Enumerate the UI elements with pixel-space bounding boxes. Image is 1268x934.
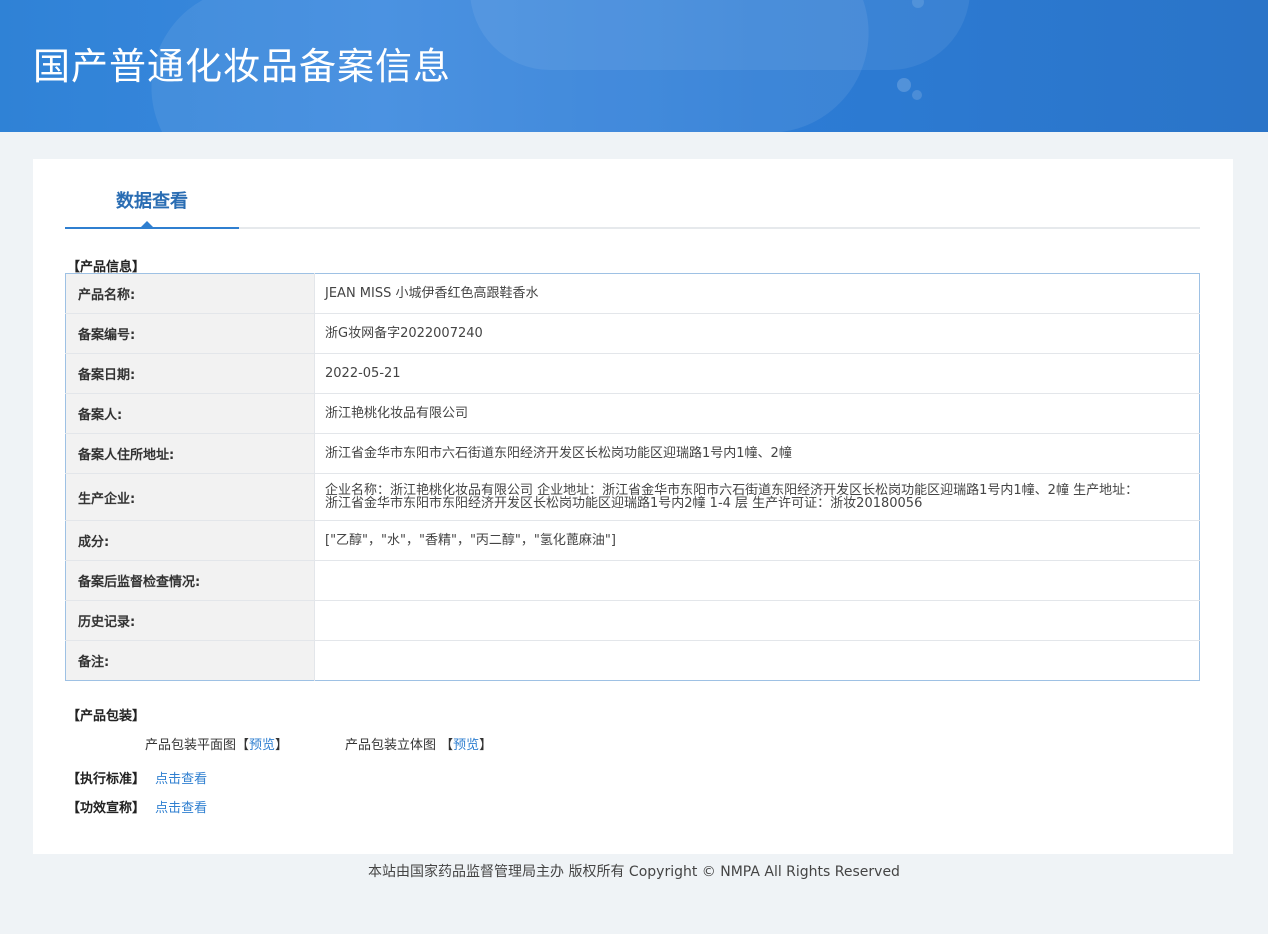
row-label: 备注: (65, 640, 315, 681)
tab-label: 数据查看 (116, 191, 188, 212)
standard-row: 【执行标准】 点击查看 (67, 768, 207, 787)
header-decoration (912, 90, 922, 100)
page-title: 国产普通化妆品备案信息 (33, 45, 451, 88)
tab-active-indicator (141, 221, 153, 227)
section-title-standard: 【执行标准】 (67, 772, 146, 787)
bracket: 【 (236, 738, 250, 753)
content-panel: 数据查看 【产品信息】 产品名称: JEAN MISS 小城伊香红色高跟鞋香水 … (33, 159, 1233, 854)
table-row: 备案编号: 浙G妆网备字2022007240 (65, 313, 1200, 354)
bracket: 】 (275, 738, 289, 753)
row-value: 企业名称：浙江艳桃化妆品有限公司 企业地址：浙江省金华市东阳市六石街道东阳经济开… (314, 473, 1200, 521)
tab-bar: 数据查看 (65, 159, 1200, 229)
row-value: 浙G妆网备字2022007240 (314, 313, 1200, 354)
table-row: 成分: ["乙醇"，"水"，"香精"，"丙二醇"，"氢化蓖麻油"] (65, 520, 1200, 561)
row-value: 浙江省金华市东阳市六石街道东阳经济开发区长松岗功能区迎瑞路1号内1幢、2幢 (314, 433, 1200, 474)
row-label: 备案后监督检查情况: (65, 560, 315, 601)
row-value (315, 641, 1200, 681)
tab-data-view[interactable]: 数据查看 (65, 159, 239, 229)
standard-view-link[interactable]: 点击查看 (155, 772, 207, 787)
row-label: 成分: (65, 520, 315, 561)
table-row: 备案日期: 2022-05-21 (65, 353, 1200, 394)
table-row: 历史记录: (65, 600, 1200, 641)
section-title-packaging: 【产品包装】 (67, 709, 146, 724)
row-label: 备案人住所地址: (65, 433, 315, 474)
page-header: 国产普通化妆品备案信息 (0, 0, 1268, 132)
row-value: 2022-05-21 (314, 353, 1200, 394)
packaging-3d-label: 产品包装立体图 (345, 738, 441, 753)
header-decoration (470, 0, 970, 70)
row-value (314, 560, 1200, 601)
product-info-table: 产品名称: JEAN MISS 小城伊香红色高跟鞋香水 备案编号: 浙G妆网备字… (65, 273, 1200, 681)
table-row: 备案人: 浙江艳桃化妆品有限公司 (65, 393, 1200, 434)
row-value: ["乙醇"，"水"，"香精"，"丙二醇"，"氢化蓖麻油"] (314, 520, 1200, 561)
row-label: 备案编号: (65, 313, 315, 354)
packaging-3d-preview-link[interactable]: 预览 (453, 738, 479, 753)
header-decoration (897, 78, 911, 92)
section-title-efficacy: 【功效宣称】 (67, 801, 146, 816)
table-row: 备注: (65, 640, 1200, 681)
efficacy-row: 【功效宣称】 点击查看 (67, 797, 207, 816)
packaging-3d: 产品包装立体图 【预览】 (345, 734, 492, 753)
page-footer: 本站由国家药品监督管理局主办 版权所有 Copyright © NMPA All… (368, 864, 900, 880)
packaging-flat: 产品包装平面图【预览】 (145, 734, 288, 753)
row-label: 备案人: (65, 393, 315, 434)
row-value: JEAN MISS 小城伊香红色高跟鞋香水 (314, 273, 1200, 314)
row-label: 生产企业: (65, 473, 315, 521)
packaging-flat-preview-link[interactable]: 预览 (249, 738, 275, 753)
row-label: 备案日期: (65, 353, 315, 394)
row-label: 产品名称: (65, 273, 315, 314)
row-label: 历史记录: (65, 600, 315, 641)
table-row: 备案人住所地址: 浙江省金华市东阳市六石街道东阳经济开发区长松岗功能区迎瑞路1号… (65, 433, 1200, 474)
bracket: 【 (440, 738, 454, 753)
table-row: 生产企业: 企业名称：浙江艳桃化妆品有限公司 企业地址：浙江省金华市东阳市六石街… (65, 473, 1200, 521)
row-value: 浙江艳桃化妆品有限公司 (314, 393, 1200, 434)
table-row: 产品名称: JEAN MISS 小城伊香红色高跟鞋香水 (65, 273, 1200, 314)
packaging-flat-label: 产品包装平面图 (145, 738, 237, 753)
row-value (314, 600, 1200, 641)
efficacy-view-link[interactable]: 点击查看 (155, 801, 207, 816)
bracket: 】 (479, 738, 493, 753)
table-row: 备案后监督检查情况: (65, 560, 1200, 601)
